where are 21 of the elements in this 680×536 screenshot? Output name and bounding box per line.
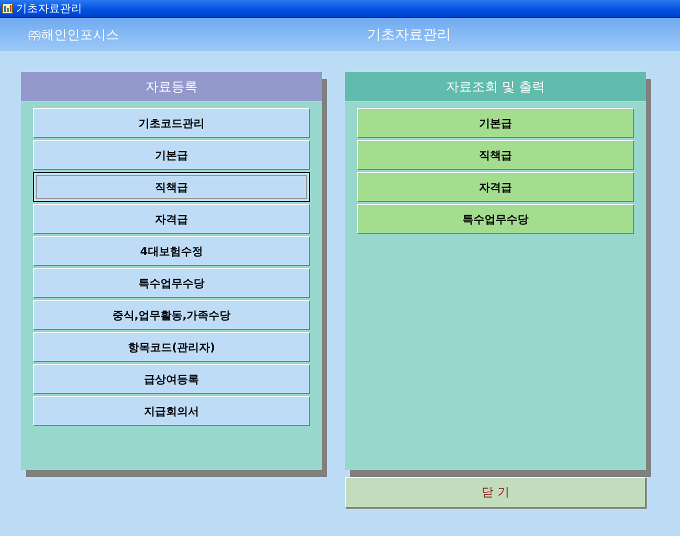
menu-button[interactable]: 직책급: [357, 140, 634, 170]
menu-button[interactable]: 항목코드(관리자): [33, 332, 310, 362]
menu-button[interactable]: 기본급: [357, 108, 634, 138]
menu-button[interactable]: 급상여등록: [33, 364, 310, 394]
menu-button[interactable]: 기본급: [33, 140, 310, 170]
close-button[interactable]: 닫 기: [345, 477, 646, 508]
app-icon: [2, 3, 13, 14]
menu-button[interactable]: 자격급: [357, 172, 634, 202]
menu-button[interactable]: 지급회의서: [33, 396, 310, 426]
menu-button[interactable]: 직책급: [33, 172, 310, 202]
panel-title: 자료등록: [146, 78, 198, 96]
menu-button[interactable]: 특수업무수당: [33, 268, 310, 298]
menu-button[interactable]: 특수업무수당: [357, 204, 634, 234]
menu-button[interactable]: 자격급: [33, 204, 310, 234]
menu-button[interactable]: 중식,업무활동,가족수당: [33, 300, 310, 330]
page-title: 기초자료관리: [367, 26, 451, 42]
company-name: ㈜해인인포시스: [28, 28, 119, 42]
panel-title: 자료조회 및 출력: [446, 78, 546, 96]
window-title: 기초자료관리: [16, 1, 82, 16]
menu-button[interactable]: 4대보험수정: [33, 236, 310, 266]
menu-button[interactable]: 기초코드관리: [33, 108, 310, 138]
